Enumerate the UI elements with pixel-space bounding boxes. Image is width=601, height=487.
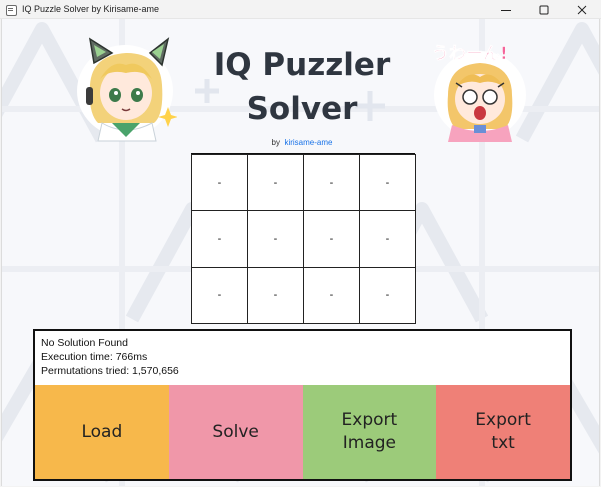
catgirl-sticker-icon [77, 37, 178, 142]
export-txt-button[interactable]: Export txt [436, 385, 570, 479]
close-icon [577, 5, 587, 14]
grid-cell: - [303, 154, 360, 212]
mascot-right-sticker: うわーん! [430, 39, 530, 142]
byline-prefix: by [271, 138, 280, 147]
byline: by kirisame-ame [182, 138, 422, 147]
grid-cell: - [359, 266, 416, 324]
grid-cell: - [359, 210, 416, 268]
app-title: IQ Puzzler Solver [182, 43, 422, 131]
status-message: No Solution Found [41, 337, 128, 349]
grid-cell: - [191, 210, 248, 268]
window-controls [487, 0, 601, 19]
mascot-caption: うわーん! [432, 44, 508, 64]
action-buttons: Load Solve Export Image Export txt [35, 385, 570, 479]
grid-cell: - [247, 266, 304, 324]
maximize-button[interactable] [525, 0, 563, 19]
window-titlebar: IQ Puzzle Solver by Kirisame-ame [0, 0, 601, 19]
author-link[interactable]: kirisame-ame [284, 138, 332, 147]
output-panel: No Solution Found Execution time: 766ms … [33, 329, 572, 481]
execution-time: Execution time: 766ms [41, 351, 148, 363]
minimize-icon [501, 9, 511, 11]
close-button[interactable] [563, 0, 601, 19]
grid-cell: - [303, 210, 360, 268]
status-area: No Solution Found Execution time: 766ms … [41, 336, 179, 378]
crying-girl-sticker-icon: うわーん! [432, 44, 526, 142]
app-title-line2: Solver [246, 91, 358, 127]
export-image-button[interactable]: Export Image [302, 385, 437, 479]
grid-cell: - [359, 154, 416, 212]
solve-button[interactable]: Solve [168, 385, 303, 479]
app-icon [5, 4, 17, 16]
window-title: IQ Puzzle Solver by Kirisame-ame [22, 4, 160, 14]
grid-cell: - [303, 266, 360, 324]
minimize-button[interactable] [487, 0, 525, 19]
grid-cell: - [247, 210, 304, 268]
permutations-tried: Permutations tried: 1,570,656 [41, 365, 179, 377]
load-button[interactable]: Load [35, 385, 169, 479]
mascot-left-sticker [72, 37, 178, 142]
grid-cell: - [191, 266, 248, 324]
grid-cell: - [191, 154, 248, 212]
grid-cell: - [247, 154, 304, 212]
app-content: うわーん! IQ Puzzler Solver by kirisame-ame … [1, 19, 600, 486]
app-title-line1: IQ Puzzler [213, 47, 391, 83]
puzzle-grid: ------------ [191, 153, 416, 324]
maximize-icon [539, 5, 549, 14]
